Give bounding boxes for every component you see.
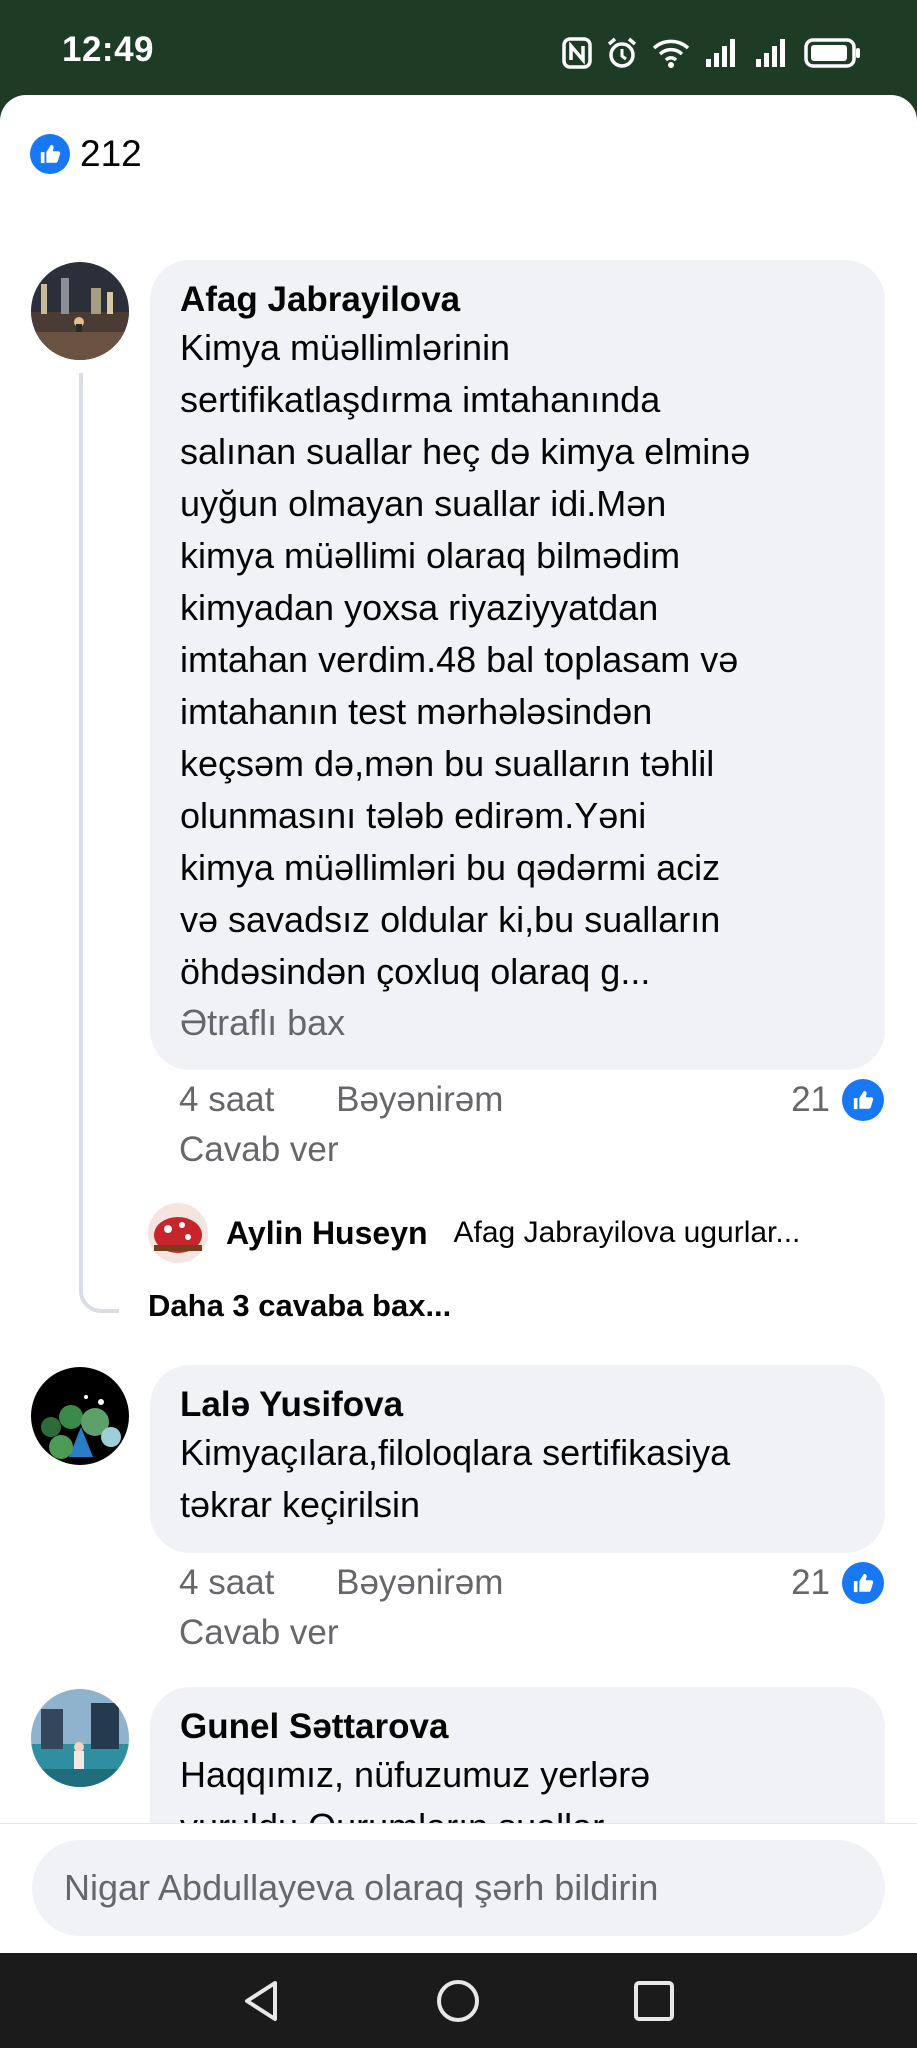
comment-meta: 4 saat Bəyənirəm — [179, 1080, 555, 1120]
back-icon — [245, 1981, 277, 2021]
comment-meta: 4 saat Bəyənirəm — [179, 1563, 555, 1603]
comment-line: Haqqımız, nüfuzumuz yerlərə — [180, 1754, 651, 1795]
comment-line: salınan suallar heç də kimya elminə — [180, 431, 751, 472]
reaction-number: 21 — [791, 1080, 830, 1119]
comment-line: keçsəm də,mən bu sualların təhlil — [180, 743, 715, 784]
recents-icon — [634, 1981, 674, 2021]
avatar[interactable] — [31, 262, 129, 360]
reply-author[interactable]: Aylin Huseyn — [226, 1215, 428, 1252]
comment-text: Haqqımız, nüfuzumuz yerlərə vuruldu.Quru… — [180, 1749, 855, 1823]
comment-line: və savadsız oldular ki,bu sualların — [180, 899, 721, 940]
avatar[interactable] — [31, 1689, 129, 1787]
comment-bubble[interactable]: Afag Jabrayilova Kimya müəllimlərinin se… — [150, 260, 885, 1070]
comment-line: Kimyaçılara,filoloqlara sertifikasiya — [180, 1432, 731, 1473]
home-icon — [437, 1980, 479, 2022]
comment-line: olunmasını tələb edirəm.Yəni — [180, 795, 647, 836]
comment-line: sertifikatlaşdırma imtahanında — [180, 379, 661, 420]
reaction-number: 21 — [791, 1563, 830, 1602]
comments-list[interactable]: 212 Afag Jabrayilova Kimya müəllimlərini… — [0, 95, 917, 1823]
comment-line: kimya müəllimi olaraq bilmədim — [180, 535, 681, 576]
comment-bubble[interactable]: Lalə Yusifova Kimyaçılara,filoloqlara se… — [150, 1365, 885, 1553]
comment-time[interactable]: 4 saat — [179, 1080, 274, 1119]
comment-reaction-count[interactable]: 21 — [791, 1079, 884, 1121]
comment-line: uyğun olmayan suallar idi.Mən — [180, 483, 667, 524]
back-button[interactable] — [235, 1975, 287, 2027]
see-more-link[interactable]: Ətraflı bax — [180, 998, 855, 1048]
comment-composer[interactable] — [32, 1840, 885, 1936]
like-button[interactable]: Bəyənirəm — [336, 1080, 503, 1119]
comment-line: imtahanın test mərhələsindən — [180, 691, 653, 732]
avatar[interactable] — [148, 1203, 208, 1263]
like-button[interactable]: Bəyənirəm — [336, 1563, 503, 1602]
signal-icon-1 — [706, 39, 735, 67]
comment-author[interactable]: Gunel Səttarova — [180, 1705, 855, 1749]
comment-line: təkrar keçirilsin — [180, 1484, 421, 1525]
like-reaction-icon — [842, 1079, 884, 1121]
comment-line: öhdəsindən çoxluq olaraq g... — [180, 951, 651, 992]
like-reaction-icon — [30, 134, 70, 174]
comment-reaction-count[interactable]: 21 — [791, 1562, 884, 1604]
comment-author[interactable]: Lalə Yusifova — [180, 1383, 855, 1427]
comment-input[interactable] — [62, 1866, 885, 1910]
comment-line: vuruldu.Qurumların suallar — [180, 1801, 855, 1823]
reply-text: Afag Jabrayilova ugurlar... — [453, 1216, 801, 1249]
comment-composer-bar — [0, 1823, 917, 1953]
comment-line: kimyadan yoxsa riyaziyyatdan — [180, 587, 659, 628]
comment-time[interactable]: 4 saat — [179, 1563, 274, 1602]
like-reaction-icon — [842, 1562, 884, 1604]
reply-preview[interactable]: Aylin Huseyn Afag Jabrayilova ugurlar... — [148, 1203, 800, 1263]
comment-line: imtahan verdim.48 bal toplasam və — [180, 639, 739, 680]
home-button[interactable] — [432, 1975, 484, 2027]
view-more-replies-link[interactable]: Daha 3 cavaba bax... — [148, 1288, 451, 1324]
recents-button[interactable] — [628, 1975, 680, 2027]
battery-icon — [804, 38, 860, 68]
status-bar: 12:49 — [0, 0, 917, 95]
alarm-icon — [607, 37, 637, 68]
comment-line: kimya müəllimləri bu qədərmi aciz — [180, 847, 721, 888]
reaction-count: 212 — [80, 133, 142, 174]
status-time: 12:49 — [62, 30, 155, 69]
thread-connector — [79, 373, 119, 1313]
nfc-icon — [562, 37, 592, 69]
reaction-summary[interactable]: 212 — [30, 133, 142, 175]
signal-icon-2 — [756, 39, 785, 67]
comment-text: Kimya müəllimlərinin sertifikatlaşdırma … — [180, 322, 855, 998]
comment-text: Kimyaçılara,filoloqlara sertifikasiya tə… — [180, 1427, 855, 1531]
comments-sheet: 212 Afag Jabrayilova Kimya müəllimlərini… — [0, 95, 917, 1953]
avatar[interactable] — [31, 1367, 129, 1465]
status-icons — [562, 33, 862, 73]
wifi-icon — [652, 39, 690, 68]
system-nav-bar — [0, 1953, 917, 2048]
reply-button[interactable]: Cavab ver — [179, 1130, 339, 1170]
comment-bubble[interactable]: Gunel Səttarova Haqqımız, nüfuzumuz yerl… — [150, 1687, 885, 1823]
comment-line: Kimya müəllimlərinin — [180, 327, 511, 368]
reply-button[interactable]: Cavab ver — [179, 1613, 339, 1653]
comment-author[interactable]: Afag Jabrayilova — [180, 278, 855, 322]
